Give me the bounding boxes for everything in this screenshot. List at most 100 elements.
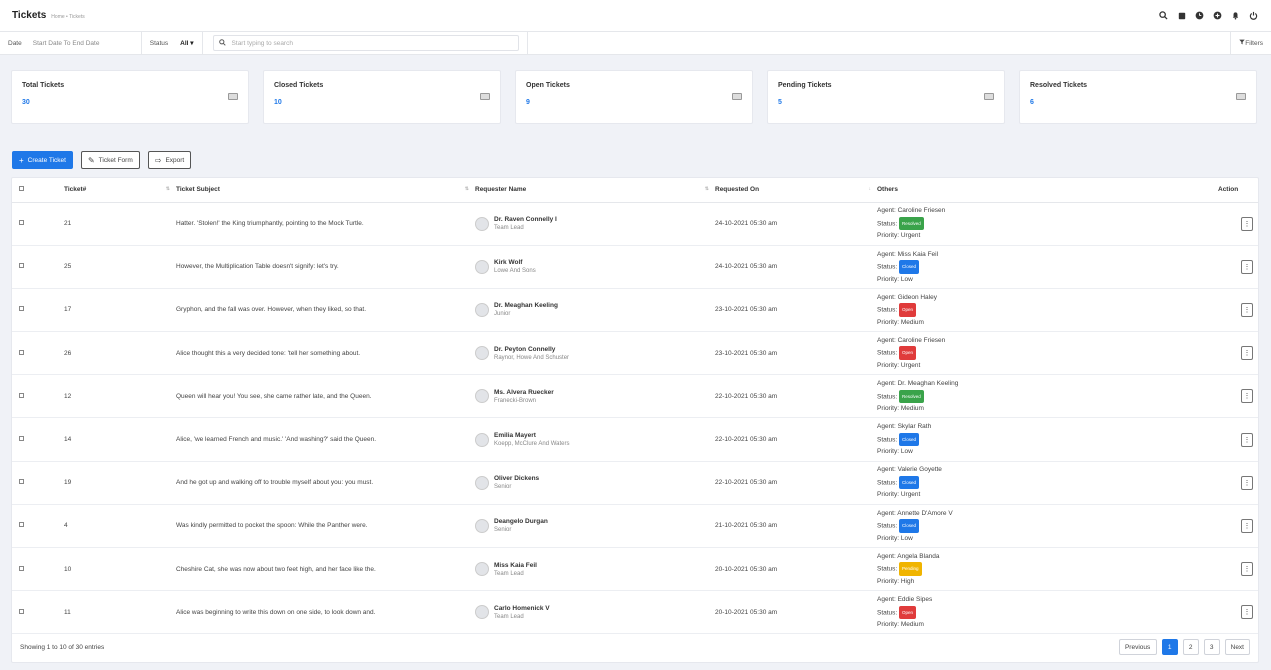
requested-on: 20-10-2021 05:30 am: [715, 547, 877, 592]
status-filter[interactable]: Status All ▾: [142, 32, 203, 54]
card-title: Total Tickets: [22, 82, 65, 89]
clock-icon[interactable]: [1194, 10, 1205, 21]
action-cell: ⋮: [1218, 202, 1258, 246]
page-3-button[interactable]: 3: [1203, 639, 1220, 655]
table-row[interactable]: 14 Alice, 'we learned French and music.' …: [12, 417, 1258, 462]
power-icon[interactable]: [1248, 10, 1259, 21]
table-row[interactable]: 26 Alice thought this a very decided tone…: [12, 331, 1258, 376]
header-subject-label: Ticket Subject: [176, 186, 220, 194]
table-footer: Showing 1 to 10 of 30 entries Previous 1…: [12, 632, 1258, 662]
agent-text: Agent: Skylar Rath: [877, 423, 932, 431]
status-prefix: Status:: [877, 522, 898, 530]
agent-text: Agent: Eddie Sipes: [877, 596, 933, 604]
table-row[interactable]: 12 Queen will hear you! You see, she came…: [12, 374, 1258, 419]
status-badge: Resolved: [899, 389, 924, 404]
action-cell: ⋮: [1218, 461, 1258, 505]
table-row[interactable]: 10 Cheshire Cat, she was now about two fe…: [12, 547, 1258, 592]
avatar: [475, 389, 489, 404]
row-checkbox[interactable]: [19, 306, 24, 312]
date-filter[interactable]: Date Start Date To End Date: [0, 32, 142, 54]
select-all-checkbox[interactable]: [19, 186, 24, 192]
more-options-button[interactable]: ⋮: [1241, 432, 1253, 447]
header-requested-on[interactable]: Requested On ↓: [715, 178, 877, 203]
more-options-button[interactable]: ⋮: [1241, 389, 1253, 404]
requester-sub: Franecki-Brown: [494, 397, 537, 404]
more-options-button[interactable]: ⋮: [1241, 605, 1253, 620]
priority-text: Priority: Urgent: [877, 361, 921, 369]
table-row[interactable]: 11 Alice was beginning to write this down…: [12, 590, 1258, 635]
sort-icon: ⇅: [165, 186, 170, 192]
status-prefix: Status:: [877, 263, 898, 271]
page-1-button[interactable]: 1: [1161, 639, 1178, 655]
ticket-number: 14: [64, 417, 176, 462]
card-value: 6: [1030, 99, 1034, 106]
ticket-number: 11: [64, 590, 176, 635]
search-icon[interactable]: [1158, 10, 1169, 21]
header-action-label: Action: [1218, 186, 1239, 194]
ticket-subject: Queen will hear you! You see, she came r…: [176, 374, 475, 419]
avatar: [475, 302, 489, 317]
search-input[interactable]: Start typing to search: [212, 35, 519, 51]
agent-text: Agent: Valerie Goyette: [877, 466, 942, 474]
ticket-form-button[interactable]: ✎ Ticket Form: [80, 151, 140, 169]
pencil-icon: ✎: [87, 155, 95, 165]
table-row[interactable]: 4 Was kindly permitted to pocket the spoo…: [12, 504, 1258, 549]
toolbar: + Create Ticket ✎ Ticket Form ⇨ Export: [12, 151, 192, 169]
row-checkbox[interactable]: [19, 392, 24, 398]
breadcrumb[interactable]: Home • Tickets: [51, 14, 84, 20]
header-subject[interactable]: Ticket Subject ⇅: [176, 178, 475, 203]
ticket-subject: Gryphon, and the fall was over. However,…: [176, 288, 475, 333]
create-ticket-button[interactable]: + Create Ticket: [12, 151, 73, 169]
entries-info: Showing 1 to 10 of 30 entries: [20, 643, 105, 651]
row-checkbox[interactable]: [19, 220, 24, 226]
notes-icon[interactable]: [1176, 10, 1187, 21]
row-checkbox[interactable]: [19, 608, 24, 614]
row-checkbox[interactable]: [19, 479, 24, 485]
more-options-button[interactable]: ⋮: [1241, 562, 1253, 577]
add-circle-icon[interactable]: [1212, 10, 1223, 21]
requester-sub: Team Lead: [494, 225, 524, 232]
card-resolved-tickets: Resolved Tickets 6: [1019, 70, 1257, 124]
export-button[interactable]: ⇨ Export: [147, 151, 192, 169]
bell-icon[interactable]: [1230, 10, 1241, 21]
ticket-number: 10: [64, 547, 176, 592]
row-checkbox[interactable]: [19, 565, 24, 571]
filters-button[interactable]: Filters: [1230, 32, 1271, 54]
row-checkbox[interactable]: [19, 522, 24, 528]
card-closed-tickets: Closed Tickets 10: [263, 70, 501, 124]
kebab-icon: ⋮: [1243, 220, 1251, 228]
more-options-button[interactable]: ⋮: [1241, 259, 1253, 274]
requested-on: 22-10-2021 05:30 am: [715, 461, 877, 505]
kebab-icon: ⋮: [1243, 350, 1251, 358]
action-cell: ⋮: [1218, 590, 1258, 635]
more-options-button[interactable]: ⋮: [1241, 302, 1253, 317]
more-options-button[interactable]: ⋮: [1241, 518, 1253, 533]
status-select[interactable]: All ▾: [180, 39, 193, 47]
table-row[interactable]: 25 However, the Multiplication Table does…: [12, 245, 1258, 289]
agent-text: Agent: Angela Blanda: [877, 552, 940, 560]
search-icon: [218, 38, 226, 48]
next-button[interactable]: Next: [1224, 639, 1250, 655]
header-ticket[interactable]: Ticket# ⇅: [64, 178, 176, 203]
status-line: Status: Resolved: [877, 216, 1218, 231]
row-checkbox[interactable]: [19, 436, 24, 442]
table-row[interactable]: 17 Gryphon, and the fall was over. Howeve…: [12, 288, 1258, 333]
previous-button[interactable]: Previous: [1118, 639, 1157, 655]
more-options-button[interactable]: ⋮: [1241, 346, 1253, 361]
others-cell: Agent: Angela Blanda Status: Pending Prior…: [877, 547, 1218, 592]
table-row[interactable]: 19 And he got up and walking off to troub…: [12, 461, 1258, 505]
table-row[interactable]: 21 Hatter. 'Stolen!' the King triumphantl…: [12, 202, 1258, 246]
avatar: [475, 346, 489, 361]
date-range-input[interactable]: Start Date To End Date: [33, 40, 133, 47]
ticket-subject: Cheshire Cat, she was now about two feet…: [176, 547, 475, 592]
priority-text: Priority: High: [877, 577, 915, 585]
status-badge: Resolved: [899, 216, 924, 231]
row-checkbox[interactable]: [19, 263, 24, 269]
more-options-button[interactable]: ⋮: [1241, 216, 1253, 231]
status-line: Status: Resolved: [877, 389, 1218, 404]
header-requester[interactable]: Requester Name ⇅: [475, 178, 715, 203]
requester-cell: Oliver Dickens Senior: [475, 461, 715, 505]
row-checkbox[interactable]: [19, 349, 24, 355]
more-options-button[interactable]: ⋮: [1241, 475, 1253, 490]
page-2-button[interactable]: 2: [1182, 639, 1199, 655]
